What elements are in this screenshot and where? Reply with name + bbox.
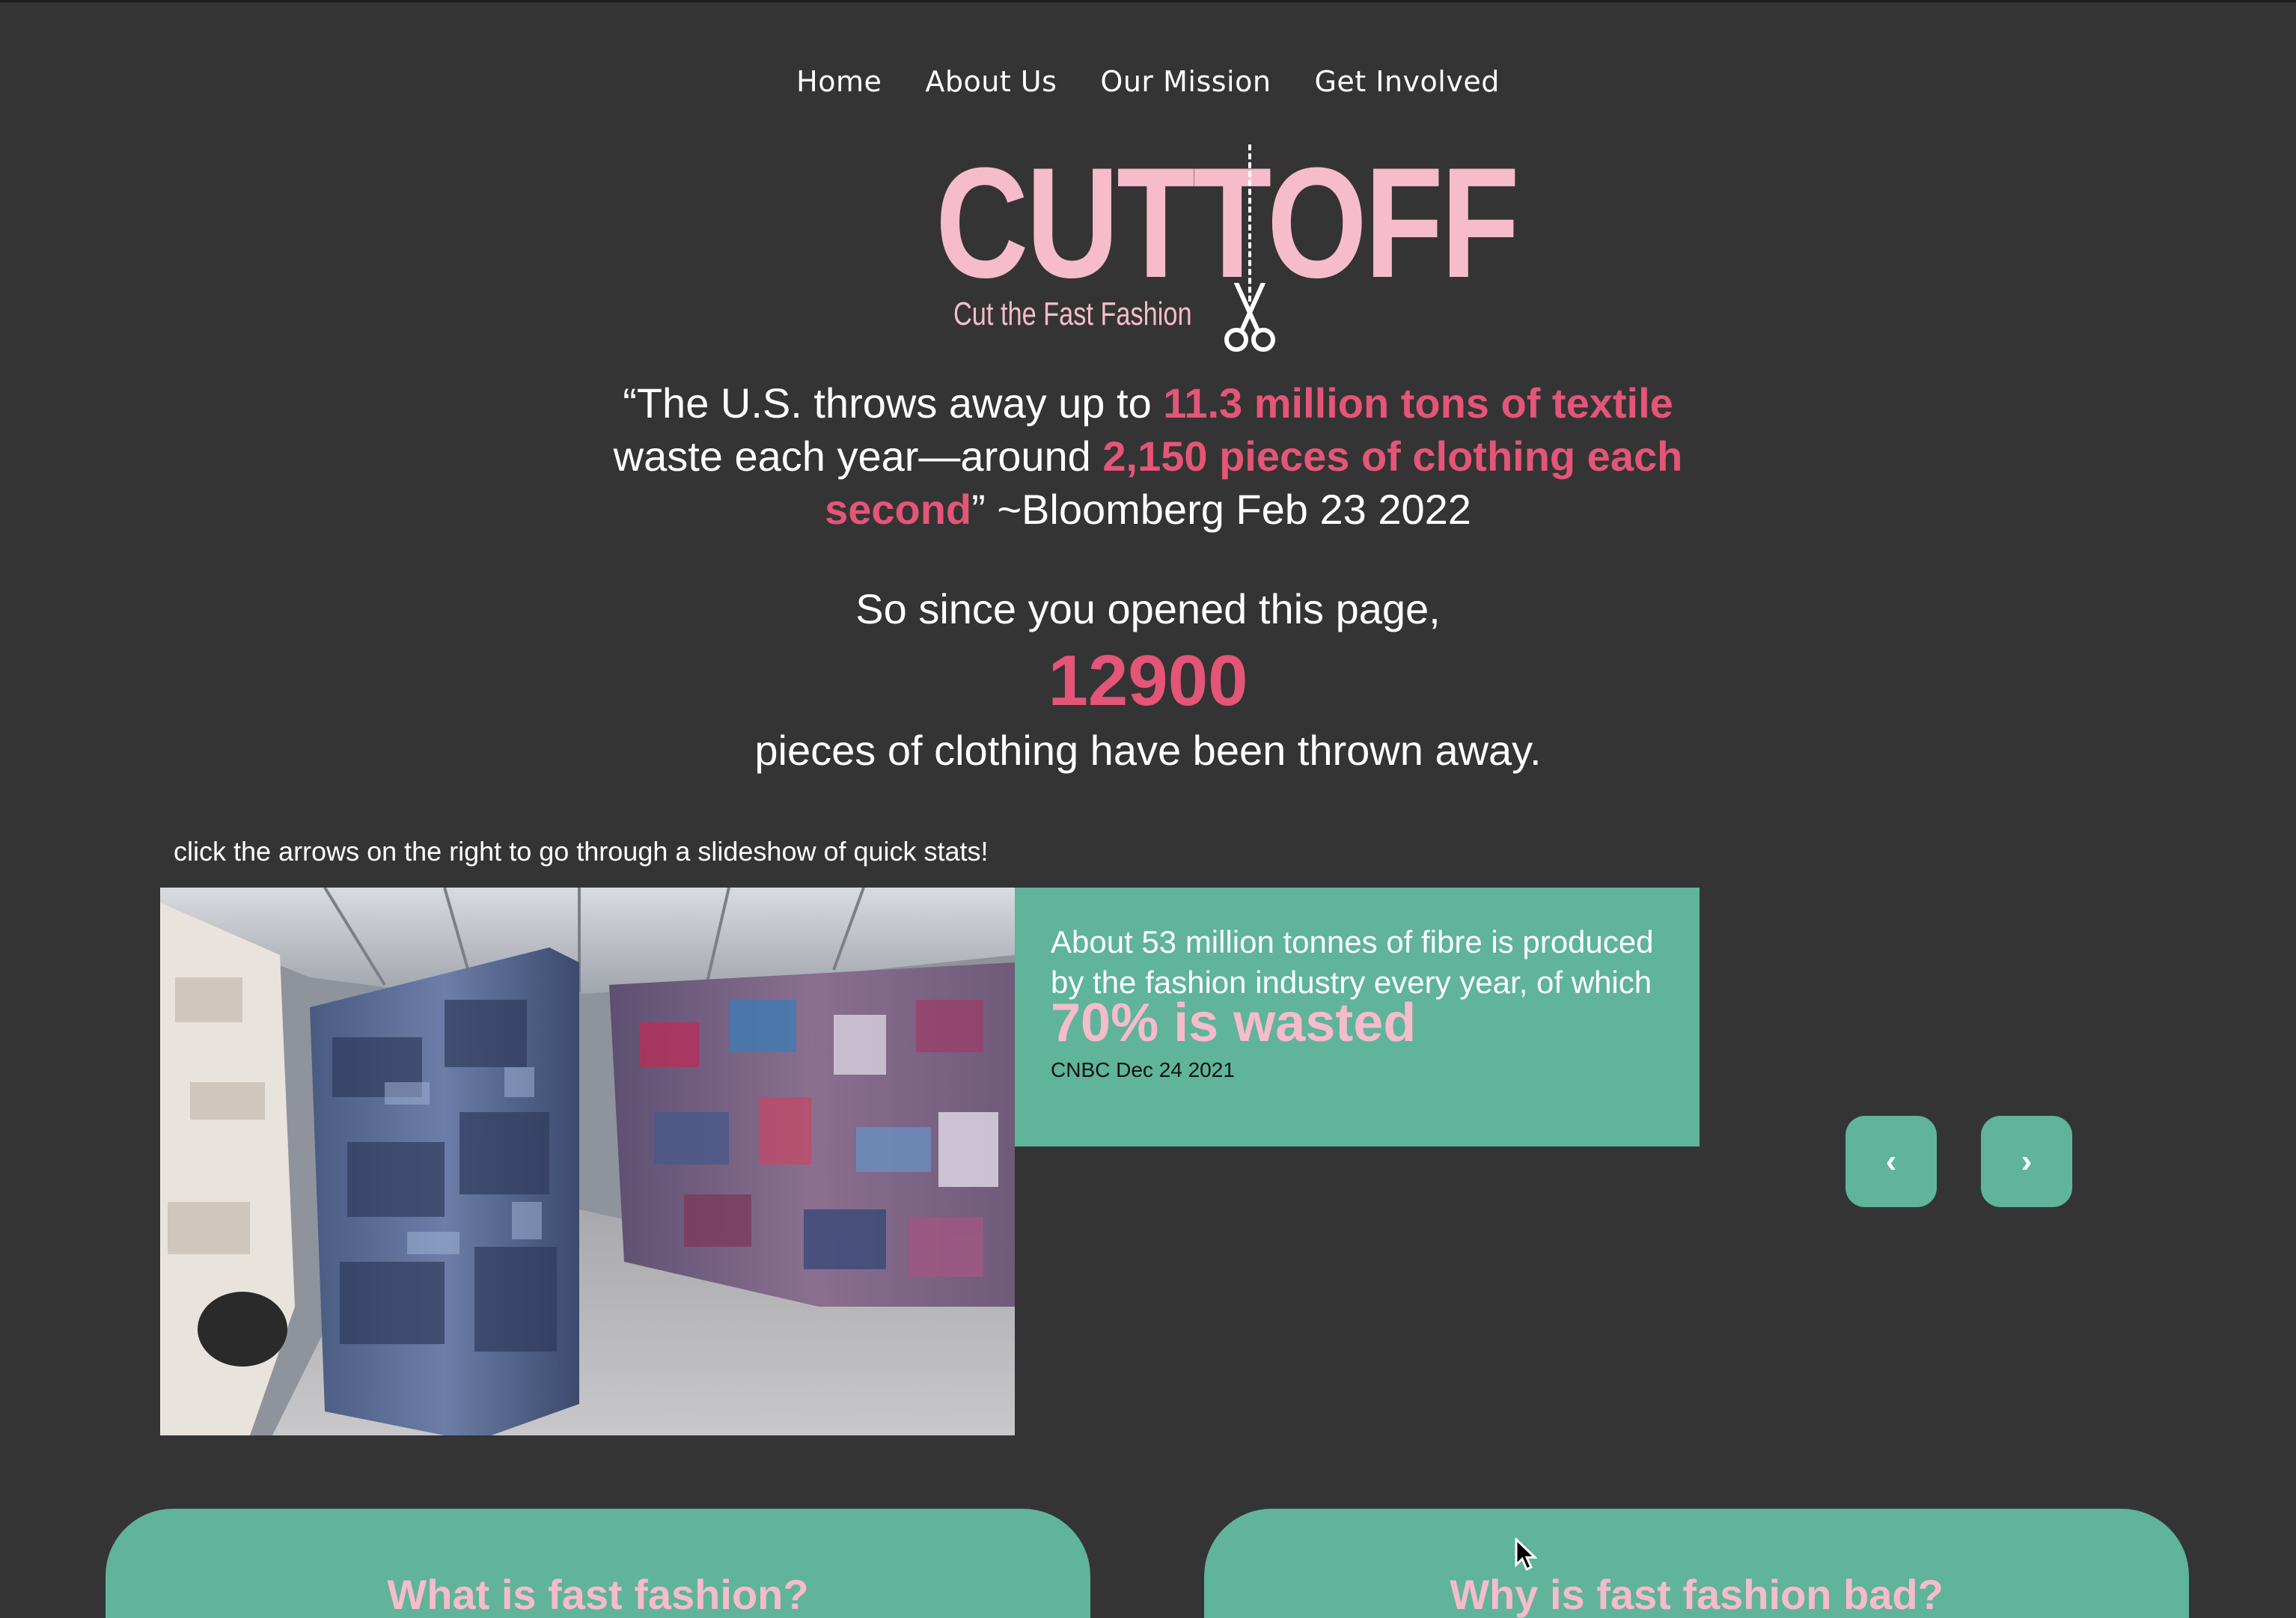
clothing-counter: 12900 [1048, 641, 1248, 721]
logo-cut-line [1248, 144, 1251, 302]
slideshow-hint: click the arrows on the right to go thro… [174, 836, 989, 867]
quote-text-1: “The U.S. throws away up to [623, 379, 1164, 427]
slideshow-prev-button[interactable]: ‹ [1845, 1116, 1937, 1207]
stat-source: CNBC Dec 24 2021 [1051, 1058, 1235, 1081]
what-is-fast-fashion-card[interactable]: What is fast fashion? [106, 1509, 1090, 1618]
why-fast-fashion-bad-card[interactable]: Why is fast fashion bad? [1204, 1509, 2189, 1618]
stat-highlight: 70% is wasted [1051, 993, 1417, 1053]
stat-text-block: About 53 million tonnes of fibre is prod… [1051, 922, 1664, 1050]
quote-highlight-tons: 11.3 million tons of textile [1163, 379, 1673, 427]
counter-lead-text: So since you opened this page, [855, 585, 1441, 632]
warehouse-clothing-image [160, 888, 1015, 1435]
counter-trail-text: pieces of clothing have been thrown away… [754, 727, 1542, 774]
logo-tagline: Cut the Fast Fashion [953, 296, 1192, 332]
why-fast-fashion-bad-title: Why is fast fashion bad? [1450, 1571, 1944, 1618]
nav-get-involved-link[interactable]: Get Involved [1314, 65, 1499, 98]
main-nav: Home About Us Our Mission Get Involved [0, 65, 2296, 98]
quick-stat-card: About 53 million tonnes of fibre is prod… [1015, 888, 1700, 1147]
bloomberg-quote: “The U.S. throws away up to 11.3 million… [584, 376, 1712, 536]
page: Home About Us Our Mission Get Involved C… [0, 0, 2296, 1618]
logo-wordmark: CUTTOFF [935, 135, 1520, 311]
quote-text-2: waste each year—around [613, 433, 1103, 480]
chevron-left-icon: ‹ [1885, 1143, 1897, 1179]
nav-home-link[interactable]: Home [796, 65, 882, 98]
site-logo[interactable]: CUTTOFF Cut the Fast Fashion [935, 144, 1520, 354]
stat-text: About 53 million tonnes of fibre is prod… [1051, 924, 1654, 1000]
scissors-icon [1224, 283, 1275, 352]
nav-our-mission-link[interactable]: Our Mission [1100, 65, 1271, 98]
what-is-fast-fashion-title: What is fast fashion? [387, 1571, 809, 1618]
chevron-right-icon: › [2021, 1143, 2033, 1179]
nav-about-us-link[interactable]: About Us [925, 65, 1057, 98]
mouse-cursor-icon [1515, 1538, 1537, 1572]
textile-waste-photo [160, 888, 1015, 1435]
quote-source: ” ~Bloomberg Feb 23 2022 [971, 486, 1471, 533]
slideshow-next-button[interactable]: › [1981, 1116, 2072, 1207]
